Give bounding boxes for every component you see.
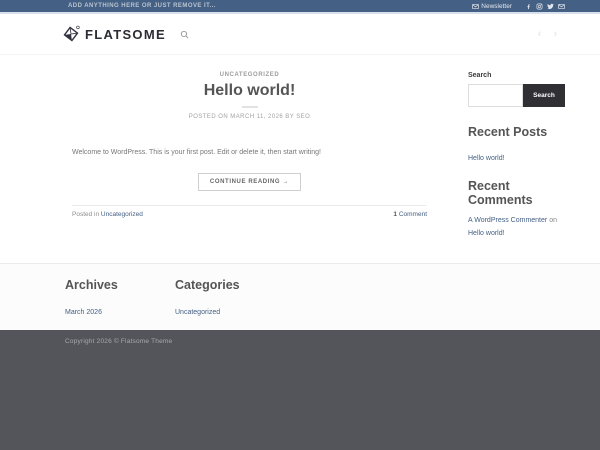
header-arrows: ‹ › (538, 29, 565, 40)
copyright-text: Copyright 2026 © Flatsome Theme (65, 338, 565, 345)
facebook-icon[interactable] (525, 3, 532, 10)
flatsome-logo[interactable]: FLATSOME (62, 25, 166, 43)
post-category-link[interactable]: UNCATEGORIZED (72, 72, 427, 78)
continue-reading-button[interactable]: CONTINUE READING → (198, 173, 301, 191)
on-label: on (549, 217, 557, 224)
post-title[interactable]: Hello world! (72, 82, 427, 100)
site-header: FLATSOME ‹ › (0, 14, 600, 55)
social-icons (525, 3, 565, 10)
archives-widget: Archives March 2026 (65, 278, 175, 330)
envelope-icon (472, 3, 479, 10)
recent-posts-title: Recent Posts (468, 125, 565, 139)
recent-comments-title: Recent Comments (468, 179, 565, 207)
posted-in-label: Posted in (72, 211, 101, 218)
twitter-icon[interactable] (547, 3, 554, 10)
logo-text: FLATSOME (85, 27, 166, 42)
search-icon[interactable] (180, 30, 189, 39)
newsletter-link[interactable]: Newsletter (472, 3, 512, 10)
archive-link[interactable]: March 2026 (65, 309, 102, 316)
article-header: UNCATEGORIZED Hello world! POSTED ON MAR… (72, 72, 427, 120)
topbar-right: Newsletter (472, 3, 565, 10)
absolute-footer: Copyright 2026 © Flatsome Theme (0, 330, 600, 450)
categories-widget: Categories Uncategorized (175, 278, 285, 330)
post-date-line: POSTED ON MARCH 11, 2026 BY SEO (72, 114, 427, 120)
sidebar-search-input[interactable] (468, 84, 523, 107)
archives-title: Archives (65, 278, 175, 292)
categories-title: Categories (175, 278, 285, 292)
title-divider (242, 106, 258, 108)
posted-in: Posted in Uncategorized (72, 211, 143, 218)
sidebar-search-title: Search (468, 72, 565, 79)
blog-post-column: UNCATEGORIZED Hello world! POSTED ON MAR… (60, 72, 439, 263)
email-icon[interactable] (558, 3, 565, 10)
chevron-left-icon[interactable]: ‹ (538, 29, 542, 40)
sidebar-search-form: Search (468, 84, 565, 107)
post-excerpt: Welcome to WordPress. This is your first… (72, 148, 427, 159)
sidebar: Search Search Recent Posts Hello world! … (468, 72, 565, 263)
diamond-logo-icon (62, 25, 80, 43)
posted-in-category-link[interactable]: Uncategorized (101, 211, 143, 218)
topbar-message: ADD ANYTHING HERE OR JUST REMOVE IT... (68, 3, 216, 9)
recent-post-link[interactable]: Hello world! (468, 153, 505, 164)
commenter-link[interactable]: A WordPress Commenter (468, 217, 547, 224)
post-meta-row: Posted in Uncategorized 1 Comment (72, 205, 427, 218)
commented-post-link[interactable]: Hello world! (468, 230, 505, 237)
category-link[interactable]: Uncategorized (175, 309, 220, 316)
comment-label: Comment (397, 211, 427, 218)
comments-link[interactable]: 1 Comment (393, 211, 427, 218)
footer-widgets: Archives March 2026 Categories Uncategor… (0, 263, 600, 330)
sidebar-search-button[interactable]: Search (523, 84, 565, 107)
chevron-right-icon[interactable]: › (553, 29, 557, 40)
topbar: ADD ANYTHING HERE OR JUST REMOVE IT... N… (0, 0, 600, 14)
page-content: UNCATEGORIZED Hello world! POSTED ON MAR… (0, 55, 600, 263)
instagram-icon[interactable] (536, 3, 543, 10)
newsletter-label: Newsletter (481, 3, 512, 10)
continue-wrap: CONTINUE READING → (72, 170, 427, 191)
recent-comment-item: A WordPress Commenter on Hello world! (468, 215, 565, 241)
